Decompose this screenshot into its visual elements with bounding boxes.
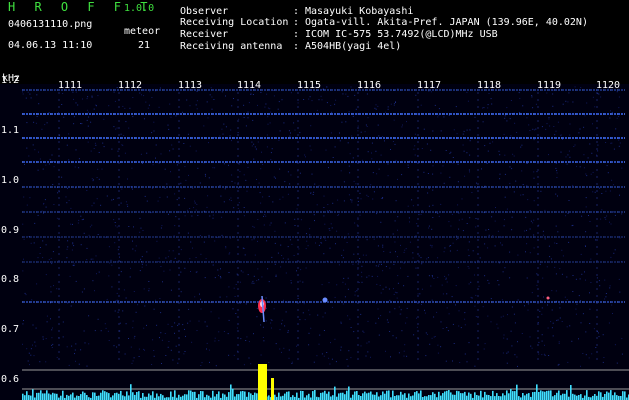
meteor-label: meteor [124,26,161,37]
date-time: 04.06.13 11:10 [8,40,93,51]
time-tick: 1111 [58,80,83,91]
info-value: ICOM IC-575 53.7492(@LCD)MHz USB [305,29,498,40]
time-tick: 1120 [596,80,621,91]
info-sep: : [293,17,300,28]
info-sep: : [293,6,300,17]
time-tick: 1115 [297,80,322,91]
freq-tick: 1.0 [1,175,20,186]
spectrogram [0,84,629,400]
info-location: Receiving Location: Ogata-vill. Akita-Pre… [180,17,588,28]
histogram-peak [271,378,274,400]
freq-tick: 0.6 [1,374,20,385]
time-tick: 1114 [237,80,262,91]
meteor-count: 21 [138,40,151,51]
info-label: Receiving Location [180,17,289,28]
info-receiver: Receiver: ICOM IC-575 53.7492(@LCD)MHz US… [180,29,498,40]
time-tick: 1117 [417,80,442,91]
spectrogram-bg [0,84,629,400]
time-tick: 1113 [178,80,203,91]
info-value: Ogata-vill. Akita-Pref. JAPAN (139.96E, … [305,17,588,28]
time-tick: 1118 [477,80,502,91]
info-value: Masayuki Kobayashi [305,6,414,17]
freq-tick: 1.1 [1,125,20,136]
info-observer: Observer: Masayuki Kobayashi [180,6,413,17]
histogram-peak [258,364,267,400]
echo-small [322,297,328,303]
info-sep: : [293,29,300,40]
freq-tick: 1.2 [1,75,20,86]
info-label: Receiving antenna [180,41,283,52]
time-tick: 1116 [357,80,382,91]
info-sep: : [293,41,300,52]
info-value: A504HB(yagi 4el) [305,41,402,52]
time-tick: 1112 [118,80,143,91]
freq-tick: 0.7 [1,324,20,335]
file-name: 0406131110.png [8,19,93,30]
time-tick: 1119 [537,80,562,91]
info-antenna: Receiving antenna: A504HB(yagi 4el) [180,41,401,52]
app-version: 1.0.0 [124,3,155,14]
freq-tick: 0.9 [1,225,20,236]
info-label: Observer [180,6,229,17]
freq-tick: 0.8 [1,274,20,285]
echo-small [546,296,550,300]
info-label: Receiver [180,29,229,40]
